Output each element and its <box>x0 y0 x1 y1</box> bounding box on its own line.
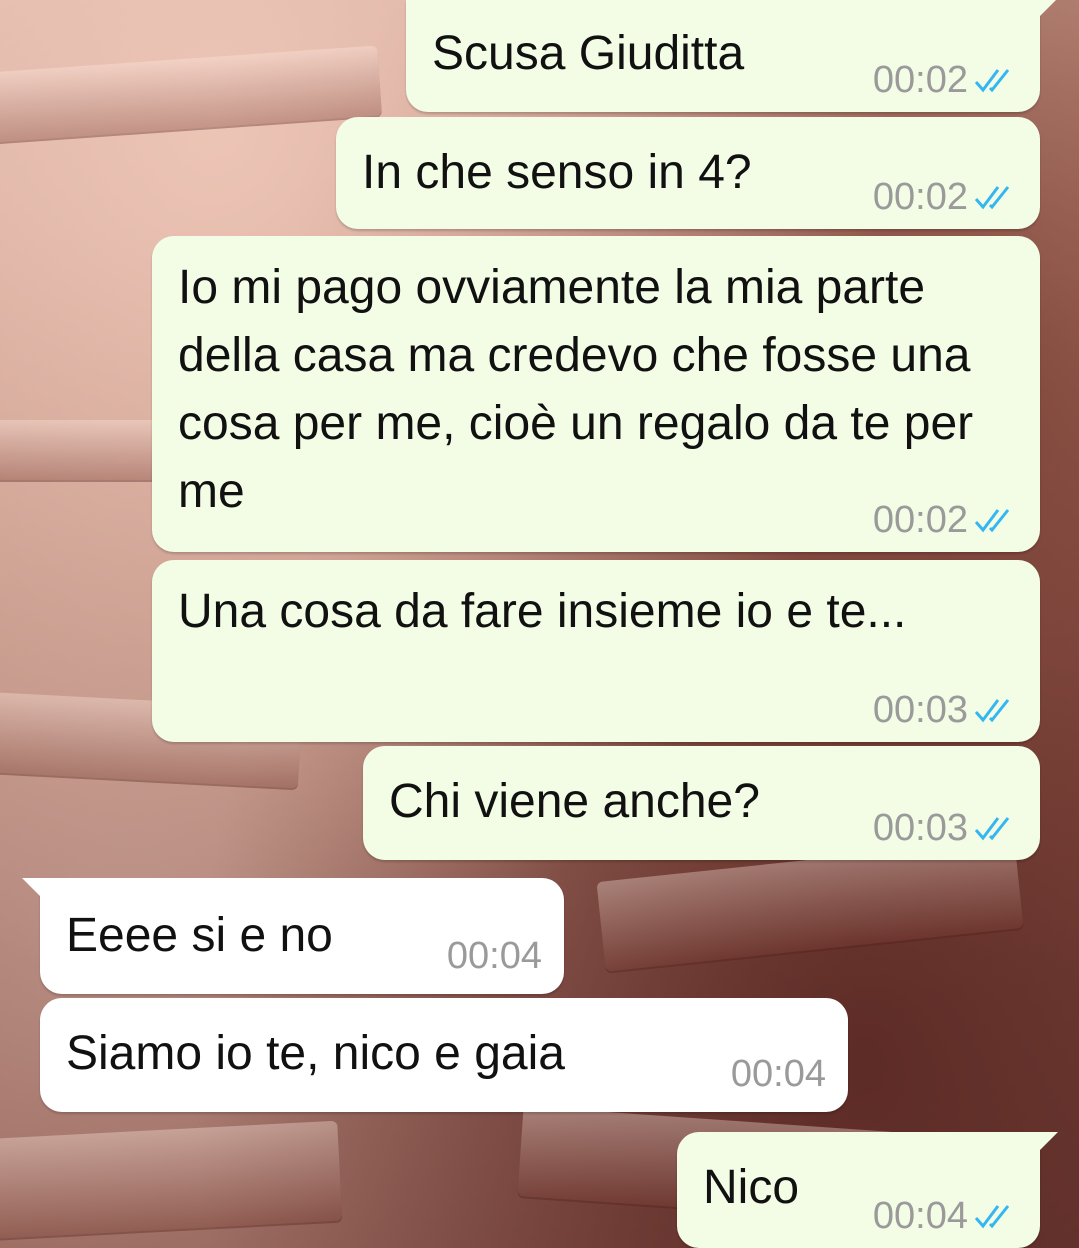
incoming-message[interactable]: Eeee si e no 00:04 <box>22 878 564 994</box>
message-time: 00:04 <box>446 935 542 977</box>
message-meta: 00:02 <box>873 58 1018 102</box>
message-time: 00:03 <box>872 689 968 731</box>
bubble-tail <box>1034 0 1058 22</box>
message-meta: 00:03 <box>873 806 1018 850</box>
read-double-check-icon <box>974 817 1010 841</box>
message-time: 00:03 <box>872 807 968 849</box>
message-text: Una cosa da fare insieme io e te... <box>178 585 907 638</box>
message-meta: 00:03 <box>873 688 1018 732</box>
message-time: 00:02 <box>872 59 968 101</box>
read-double-check-icon <box>974 509 1010 533</box>
message-time: 00:04 <box>730 1053 826 1095</box>
outgoing-message[interactable]: Chi viene anche? 00:03 <box>363 746 1040 860</box>
message-time: 00:02 <box>872 176 968 218</box>
outgoing-message[interactable]: Io mi pago ovviamente la mia parte della… <box>152 236 1040 552</box>
message-meta: 00:04 <box>873 1194 1018 1238</box>
outgoing-message[interactable]: Scusa Giuditta 00:02 <box>406 0 1058 112</box>
message-meta: 00:04 <box>731 1052 826 1096</box>
message-time: 00:02 <box>872 499 968 541</box>
read-double-check-icon <box>974 699 1010 723</box>
outgoing-message[interactable]: Nico 00:04 <box>677 1132 1058 1248</box>
message-meta: 00:04 <box>447 934 542 978</box>
read-double-check-icon <box>974 1205 1010 1229</box>
message-text: Io mi pago ovviamente la mia parte della… <box>178 261 974 518</box>
bubble-tail <box>1034 1132 1058 1156</box>
incoming-message[interactable]: Siamo io te, nico e gaia 00:04 <box>40 998 848 1112</box>
message-time: 00:04 <box>872 1195 968 1237</box>
message-meta: 00:02 <box>873 498 1018 542</box>
read-double-check-icon <box>974 69 1010 93</box>
read-double-check-icon <box>974 186 1010 210</box>
message-text: Siamo io te, nico e gaia <box>66 1027 565 1080</box>
message-meta: 00:02 <box>873 175 1018 219</box>
outgoing-message[interactable]: Una cosa da fare insieme io e te... 00:0… <box>152 560 1040 742</box>
bubble-tail <box>22 878 46 902</box>
outgoing-message[interactable]: In che senso in 4? 00:02 <box>336 117 1040 229</box>
